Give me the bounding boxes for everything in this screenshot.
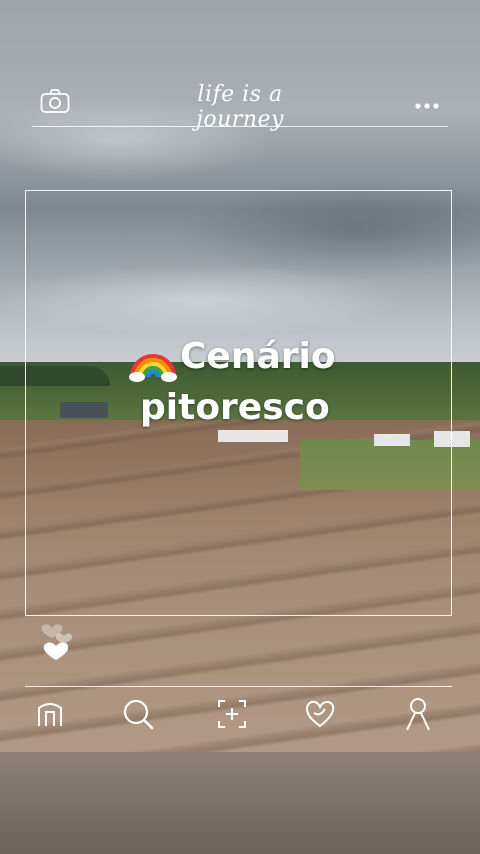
camera-icon[interactable]	[40, 88, 70, 114]
blurred-floor	[0, 752, 480, 854]
reaction-hearts[interactable]	[38, 610, 82, 670]
nav-add-button[interactable]	[214, 694, 250, 734]
more-icon[interactable]	[412, 96, 442, 109]
search-icon	[123, 699, 154, 730]
nav-profile-button[interactable]	[400, 694, 436, 734]
nav-divider	[25, 686, 452, 687]
heart-icon	[305, 700, 335, 728]
post-headline: Cenário pitoresco	[128, 332, 388, 433]
heart-icon	[55, 633, 73, 644]
heart-icon	[43, 642, 69, 660]
profile-icon	[406, 698, 430, 731]
headline-text-1: Cenário	[180, 336, 336, 377]
nav-home-button[interactable]	[32, 694, 68, 734]
nav-likes-button[interactable]	[302, 694, 338, 734]
home-icon	[38, 703, 62, 726]
headline-text-2: pitoresco	[140, 387, 330, 428]
add-post-icon	[218, 700, 246, 728]
nav-search-button[interactable]	[120, 694, 156, 734]
page-title: life is a journey	[196, 82, 284, 132]
bottom-navigation	[0, 694, 480, 738]
rainbow-icon	[128, 333, 178, 383]
header-divider	[32, 126, 448, 127]
story-screen: life is a journey Cenário pitoresco	[0, 0, 480, 854]
headline-line-1: Cenário	[128, 332, 388, 383]
